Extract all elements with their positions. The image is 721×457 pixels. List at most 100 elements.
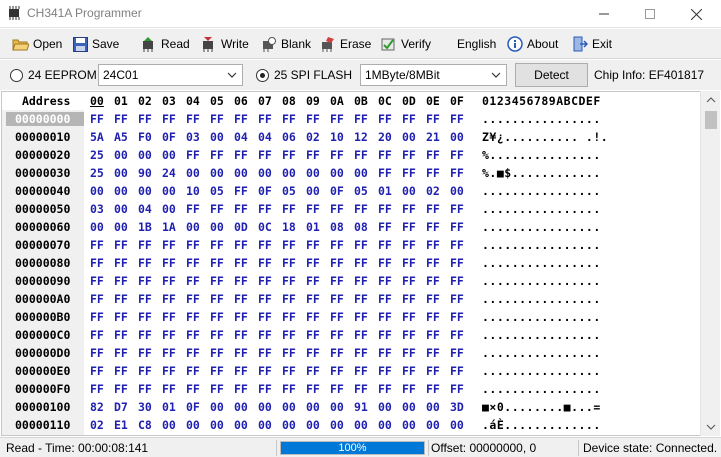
hex-byte[interactable]: 00: [114, 184, 128, 198]
hex-byte[interactable]: 00: [426, 418, 440, 432]
hex-byte[interactable]: 04: [234, 130, 248, 144]
blank-button[interactable]: Blank: [260, 32, 311, 56]
hex-byte[interactable]: FF: [138, 256, 152, 270]
hex-byte[interactable]: FF: [162, 382, 176, 396]
hex-byte[interactable]: 00: [378, 400, 392, 414]
scrollbar-thumb[interactable]: [705, 111, 717, 129]
hex-byte[interactable]: FF: [258, 112, 272, 126]
hex-byte[interactable]: 25: [90, 166, 104, 180]
hex-byte[interactable]: FF: [426, 292, 440, 306]
hex-byte[interactable]: FF: [234, 148, 248, 162]
hex-byte[interactable]: 00: [402, 184, 416, 198]
hex-byte[interactable]: FF: [306, 238, 320, 252]
hex-byte[interactable]: FF: [450, 274, 464, 288]
hex-row[interactable]: 00000060 00 00 1B 1A 00 00 0D 0C 18 01 08 08 FF FF FF FF…: [2, 220, 700, 238]
hex-byte[interactable]: FF: [402, 202, 416, 216]
hex-row[interactable]: 00000000 FF FF FF FF FF FF FF FF FF FF FF FF FF FF FF FF…: [2, 112, 700, 130]
hex-byte[interactable]: 20: [378, 130, 392, 144]
spi-flash-radio[interactable]: 25 SPI FLASH: [256, 68, 352, 82]
hex-byte[interactable]: 00: [138, 148, 152, 162]
hex-byte[interactable]: FF: [210, 238, 224, 252]
hex-byte[interactable]: FF: [450, 148, 464, 162]
hex-byte[interactable]: 00: [234, 166, 248, 180]
hex-byte[interactable]: FF: [402, 292, 416, 306]
hex-byte[interactable]: A5: [114, 130, 128, 144]
hex-byte[interactable]: FF: [378, 328, 392, 342]
hex-byte[interactable]: 21: [426, 130, 440, 144]
hex-byte[interactable]: FF: [402, 256, 416, 270]
hex-byte[interactable]: FF: [234, 238, 248, 252]
hex-byte[interactable]: 00: [186, 166, 200, 180]
hex-byte[interactable]: FF: [426, 364, 440, 378]
hex-byte[interactable]: FF: [162, 112, 176, 126]
hex-byte[interactable]: 0D: [234, 220, 248, 234]
hex-byte[interactable]: FF: [426, 112, 440, 126]
hex-byte[interactable]: D7: [114, 400, 128, 414]
hex-byte[interactable]: FF: [426, 328, 440, 342]
hex-byte[interactable]: FF: [402, 346, 416, 360]
hex-byte[interactable]: FF: [306, 382, 320, 396]
hex-byte[interactable]: 00: [90, 220, 104, 234]
hex-byte[interactable]: 18: [282, 220, 296, 234]
close-button[interactable]: [673, 0, 719, 28]
hex-byte[interactable]: FF: [234, 310, 248, 324]
hex-byte[interactable]: 00: [210, 220, 224, 234]
hex-byte[interactable]: FF: [306, 112, 320, 126]
hex-byte[interactable]: 00: [402, 400, 416, 414]
hex-byte[interactable]: 00: [138, 184, 152, 198]
hex-byte[interactable]: 00: [378, 418, 392, 432]
hex-byte[interactable]: FF: [450, 310, 464, 324]
hex-byte[interactable]: 00: [90, 184, 104, 198]
hex-row[interactable]: 00000050 03 00 04 00 FF FF FF FF FF FF FF FF FF FF FF FF…: [2, 202, 700, 220]
hex-byte[interactable]: FF: [450, 364, 464, 378]
hex-byte[interactable]: 00: [234, 418, 248, 432]
hex-byte[interactable]: FF: [282, 346, 296, 360]
hex-byte[interactable]: 00: [210, 130, 224, 144]
hex-byte[interactable]: FF: [450, 112, 464, 126]
hex-editor[interactable]: Address 00 01 02 03 04 05 06 07 08 09 0A 0B 0C 0D 0E 0F…: [1, 91, 701, 436]
hex-byte[interactable]: 02: [426, 184, 440, 198]
hex-byte[interactable]: FF: [354, 292, 368, 306]
hex-byte[interactable]: FF: [234, 292, 248, 306]
hex-byte[interactable]: FF: [330, 112, 344, 126]
hex-byte[interactable]: FF: [354, 202, 368, 216]
hex-byte[interactable]: FF: [234, 382, 248, 396]
hex-row[interactable]: 00000080 FF FF FF FF FF FF FF FF FF FF FF FF FF FF FF FF…: [2, 256, 700, 274]
hex-byte[interactable]: FF: [306, 310, 320, 324]
scroll-down-icon[interactable]: [706, 422, 716, 432]
hex-byte[interactable]: FF: [186, 364, 200, 378]
hex-byte[interactable]: 00: [114, 148, 128, 162]
hex-byte[interactable]: 0F: [162, 130, 176, 144]
hex-byte[interactable]: 3D: [450, 400, 464, 414]
hex-byte[interactable]: FF: [450, 220, 464, 234]
read-button[interactable]: Read: [140, 32, 190, 56]
hex-byte[interactable]: FF: [162, 238, 176, 252]
hex-byte[interactable]: FF: [90, 292, 104, 306]
hex-byte[interactable]: FF: [90, 382, 104, 396]
hex-byte[interactable]: FF: [426, 166, 440, 180]
hex-byte[interactable]: FF: [402, 310, 416, 324]
hex-byte[interactable]: 01: [306, 220, 320, 234]
hex-byte[interactable]: FF: [306, 346, 320, 360]
hex-byte[interactable]: FF: [210, 256, 224, 270]
hex-byte[interactable]: FF: [330, 274, 344, 288]
hex-byte[interactable]: FF: [354, 238, 368, 252]
hex-byte[interactable]: FF: [162, 364, 176, 378]
hex-byte[interactable]: FF: [90, 310, 104, 324]
hex-byte[interactable]: FF: [354, 148, 368, 162]
hex-byte[interactable]: FF: [402, 220, 416, 234]
hex-byte[interactable]: 10: [186, 184, 200, 198]
hex-byte[interactable]: FF: [234, 184, 248, 198]
hex-byte[interactable]: FF: [114, 112, 128, 126]
hex-byte[interactable]: 00: [282, 400, 296, 414]
hex-byte[interactable]: 12: [354, 130, 368, 144]
hex-byte[interactable]: 0F: [258, 184, 272, 198]
hex-byte[interactable]: FF: [210, 274, 224, 288]
hex-byte[interactable]: FF: [234, 328, 248, 342]
hex-byte[interactable]: FF: [354, 274, 368, 288]
hex-byte[interactable]: FF: [162, 256, 176, 270]
hex-byte[interactable]: 00: [450, 130, 464, 144]
hex-byte[interactable]: FF: [114, 310, 128, 324]
hex-byte[interactable]: FF: [162, 328, 176, 342]
hex-row[interactable]: 000000B0 FF FF FF FF FF FF FF FF FF FF FF FF FF FF FF FF…: [2, 310, 700, 328]
